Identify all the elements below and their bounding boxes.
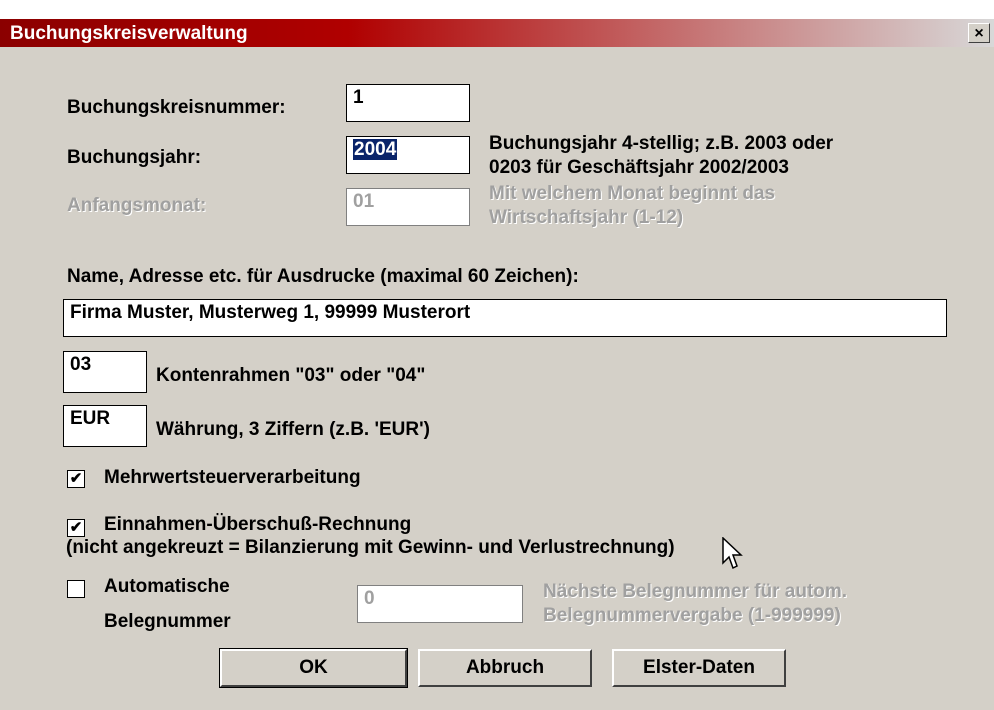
buchungsjahr-input[interactable]: 2004 [346,136,470,174]
anfangsmonat-hint-line2: Wirtschaftsjahr (1-12) [489,207,684,228]
einnahmen-ueberschuss-label: Einnahmen-Überschuß-Rechnung [104,514,412,535]
dialog-body: Buchungskreisnummer: 1 Buchungsjahr: 200… [0,47,994,710]
abbruch-button[interactable]: Abbruch [418,649,592,687]
dialog-window: Buchungskreisverwaltung × Buchungskreisn… [0,18,994,710]
buchungskreisnummer-value: 1 [353,87,364,108]
name-adresse-value: Firma Muster, Musterweg 1, 99999 Mustero… [70,302,471,323]
buchungsjahr-hint-line2: 0203 für Geschäftsjahr 2002/2003 [489,157,789,178]
mwst-checkbox[interactable]: ✔ [67,470,85,488]
close-icon: × [974,25,984,42]
elster-daten-button-label: Elster-Daten [643,657,755,678]
einnahmen-ueberschuss-checkbox[interactable]: ✔ [67,519,85,537]
belegnummer-hint-line1: Nächste Belegnummer für autom. [543,581,848,602]
checkmark-icon: ✔ [69,519,83,536]
mwst-label: Mehrwertsteuerverarbeitung [104,467,361,488]
name-adresse-input[interactable]: Firma Muster, Musterweg 1, 99999 Mustero… [63,299,947,337]
belegnummer-hint-line2: Belegnummervergabe (1-999999) [543,605,841,626]
title-bar[interactable]: Buchungskreisverwaltung × [0,19,994,47]
automatische-belegnummer-label-line1: Automatische [104,576,230,597]
automatische-belegnummer-checkbox[interactable] [67,580,85,598]
checkmark-icon: ✔ [69,470,83,487]
elster-daten-button[interactable]: Elster-Daten [612,649,786,687]
belegnummer-value: 0 [364,588,375,609]
anfangsmonat-input[interactable]: 01 [346,188,470,226]
einnahmen-ueberschuss-hint: (nicht angekreuzt = Bilanzierung mit Gew… [66,537,675,558]
buchungsjahr-value-selected: 2004 [353,139,398,160]
ok-button[interactable]: OK [219,648,408,688]
anfangsmonat-label: Anfangsmonat: [67,195,207,216]
automatische-belegnummer-label-line2: Belegnummer [104,611,231,632]
anfangsmonat-value: 01 [353,191,375,212]
window-title: Buchungskreisverwaltung [10,23,248,44]
kontenrahmen-value: 03 [70,354,92,375]
buchungsjahr-hint-line1: Buchungsjahr 4-stellig; z.B. 2003 oder [489,133,834,154]
buchungskreisnummer-label: Buchungskreisnummer: [67,97,286,118]
close-button[interactable]: × [968,23,990,43]
waehrung-value: EUR [70,408,111,429]
ok-button-label: OK [299,657,328,678]
abbruch-button-label: Abbruch [465,657,545,678]
buchungsjahr-label: Buchungsjahr: [67,147,202,168]
waehrung-input[interactable]: EUR [63,405,147,447]
mouse-pointer-icon [722,537,743,570]
kontenrahmen-input[interactable]: 03 [63,351,147,393]
kontenrahmen-label: Kontenrahmen "03" oder "04" [156,365,426,386]
anfangsmonat-hint-line1: Mit welchem Monat beginnt das [489,183,776,204]
belegnummer-input[interactable]: 0 [357,585,523,623]
buchungskreisnummer-input[interactable]: 1 [346,84,470,122]
waehrung-label: Währung, 3 Ziffern (z.B. 'EUR') [156,419,430,440]
name-adresse-label: Name, Adresse etc. für Ausdrucke (maxima… [67,266,579,287]
